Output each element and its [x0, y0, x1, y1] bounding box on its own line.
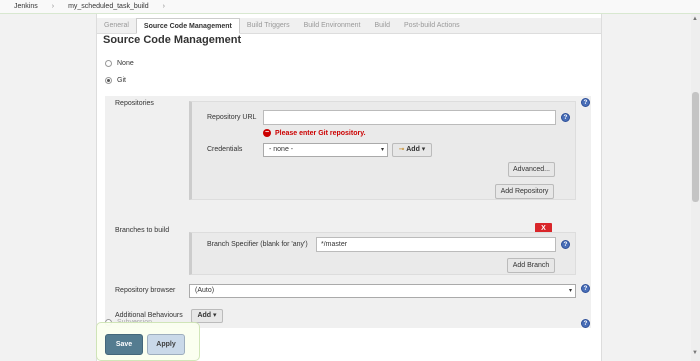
config-tabbar: General Source Code Management Build Tri…	[97, 18, 601, 34]
tab-build-environment[interactable]: Build Environment	[297, 18, 368, 34]
apply-button[interactable]: Apply	[147, 334, 185, 355]
section-title: Source Code Management	[103, 34, 242, 46]
subversion-help-icon[interactable]: ?	[581, 319, 590, 328]
scroll-down-icon[interactable]: ▼	[692, 350, 698, 356]
scm-option-none[interactable]: None	[105, 60, 134, 67]
credentials-select[interactable]: - none - ▾	[263, 143, 388, 157]
add-repository-button[interactable]: Add Repository	[495, 184, 554, 199]
add-branch-button[interactable]: Add Branch	[507, 258, 555, 273]
scroll-thumb[interactable]	[692, 92, 699, 202]
chevron-down-icon: ▾	[421, 146, 426, 153]
radio-git-label: Git	[117, 77, 126, 84]
tab-general[interactable]: General	[97, 18, 136, 34]
repository-url-error: − Please enter Git repository.	[263, 129, 366, 137]
chevron-down-icon: ▾	[568, 288, 572, 294]
key-icon: ⊸	[398, 146, 405, 153]
credentials-value: - none -	[269, 146, 294, 153]
repository-url-input[interactable]	[263, 110, 556, 125]
error-icon: −	[263, 129, 271, 137]
credentials-label: Credentials	[207, 146, 243, 153]
additional-behaviours-label: Additional Behaviours	[115, 312, 183, 319]
tab-source-code-management[interactable]: Source Code Management	[135, 18, 240, 34]
repositories-help-icon[interactable]: ?	[581, 98, 590, 107]
credentials-add-button[interactable]: ⊸ Add ▾	[392, 143, 432, 157]
credentials-add-label: Add	[406, 146, 420, 153]
repository-browser-help-icon[interactable]: ?	[581, 284, 590, 293]
branch-specifier-label: Branch Specifier (blank for 'any')	[207, 241, 308, 248]
branches-label: Branches to build	[115, 227, 170, 234]
config-panel: General Source Code Management Build Tri…	[96, 14, 602, 361]
save-button[interactable]: Save	[105, 334, 143, 355]
breadcrumb-separator-icon: ›	[51, 3, 55, 10]
tab-post-build-actions[interactable]: Post-build Actions	[397, 18, 467, 34]
git-config-block: Repositories ? Repository URL ? − Please…	[105, 96, 591, 328]
tab-build-triggers[interactable]: Build Triggers	[240, 18, 297, 34]
breadcrumb-job[interactable]: my_scheduled_task_build	[64, 3, 153, 10]
repository-url-error-text: Please enter Git repository.	[275, 129, 366, 137]
chevron-down-icon: ▾	[380, 147, 384, 153]
repository-entry: Repository URL ? − Please enter Git repo…	[189, 101, 576, 200]
page-scrollbar[interactable]: ▲ ▼	[691, 14, 700, 361]
additional-behaviours-add-button[interactable]: Add ▾	[191, 309, 223, 323]
repository-browser-label: Repository browser	[115, 287, 176, 294]
radio-none-label: None	[117, 60, 134, 67]
breadcrumb: Jenkins › my_scheduled_task_build ›	[0, 0, 700, 14]
additional-add-label: Add	[197, 312, 212, 319]
branch-entry: Branch Specifier (blank for 'any') ? Add…	[189, 232, 576, 275]
chevron-down-icon: ▾	[213, 312, 217, 319]
breadcrumb-separator-icon[interactable]: ›	[153, 3, 175, 10]
radio-git[interactable]	[105, 77, 112, 84]
branch-specifier-input[interactable]	[316, 237, 556, 252]
repository-url-help-icon[interactable]: ?	[561, 113, 570, 122]
save-apply-bar: Save Apply	[96, 322, 200, 361]
repository-url-label: Repository URL	[207, 114, 257, 121]
repository-browser-value: (Auto)	[195, 287, 215, 294]
tab-build[interactable]: Build	[367, 18, 397, 34]
breadcrumb-jenkins[interactable]: Jenkins	[10, 3, 42, 10]
repositories-label: Repositories	[115, 100, 154, 107]
scm-option-git[interactable]: Git	[105, 77, 126, 84]
scroll-up-icon[interactable]: ▲	[692, 16, 698, 22]
branch-specifier-help-icon[interactable]: ?	[561, 240, 570, 249]
repository-browser-select[interactable]: (Auto) ▾	[189, 284, 576, 298]
advanced-button[interactable]: Advanced...	[508, 162, 555, 177]
radio-none[interactable]	[105, 60, 112, 67]
